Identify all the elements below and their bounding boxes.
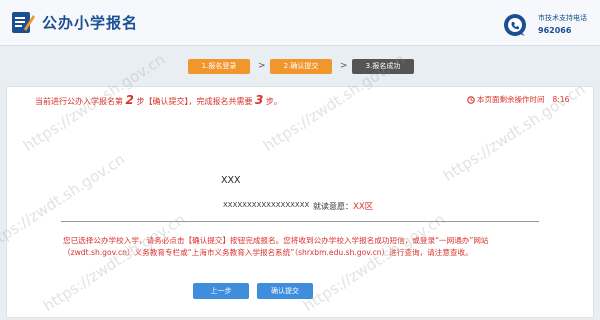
clock-icon xyxy=(467,95,475,104)
app-title: 公办小学报名 xyxy=(42,14,139,32)
step-arrow: > xyxy=(340,61,348,71)
total-steps-number: 3 xyxy=(255,93,264,107)
step-login: 1.报名登录 xyxy=(188,59,250,74)
page-header: 公办小学报名 市技术支持电话 962066 xyxy=(0,0,600,46)
step-success: 3.报名成功 xyxy=(352,59,414,74)
timer-label: 本页面剩余操作时间 xyxy=(477,95,545,104)
countdown-timer: 本页面剩余操作时间 8:16 xyxy=(467,94,569,105)
hotline-label: 市技术支持电话 xyxy=(538,14,587,22)
enrollment-intention: 就读意愿：XX区 xyxy=(313,200,373,212)
phone-chat-icon xyxy=(504,14,526,36)
progress-suffix: 步。 xyxy=(265,97,282,106)
progress-middle: 步【确认提交】，完成报名共需要 xyxy=(136,97,253,106)
current-step-number: 2 xyxy=(125,93,134,107)
main-panel: 当前进行公办入学报名第 2 步【确认提交】，完成报名共需要 3 步。 本页面剩余… xyxy=(6,86,594,318)
intention-district: XX区 xyxy=(353,202,374,212)
hotline-number: 962066 xyxy=(538,26,572,35)
child-name: XXX xyxy=(221,175,241,186)
previous-step-button[interactable]: 上一步 xyxy=(193,283,249,299)
timer-value: 8:16 xyxy=(552,95,570,104)
confirm-submit-button[interactable]: 确认提交 xyxy=(257,283,313,299)
child-id-number: XXXXXXXXXXXXXXXXXX xyxy=(223,201,310,209)
edit-form-icon xyxy=(12,12,35,33)
progress-prefix: 当前进行公办入学报名第 xyxy=(35,97,123,106)
divider xyxy=(61,221,539,222)
step-arrow: > xyxy=(258,61,266,71)
step-indicator: 1.报名登录 > 2.确认提交 > 3.报名成功 xyxy=(0,46,600,86)
submit-notice: 您已选择公办学校入学，请务必点击【确认提交】按钮完成报名。您将收到公办学校入学报… xyxy=(63,236,489,257)
progress-text: 当前进行公办入学报名第 2 步【确认提交】，完成报名共需要 3 步。 xyxy=(35,93,282,107)
step-confirm: 2.确认提交 xyxy=(270,59,332,74)
intention-label: 就读意愿： xyxy=(313,202,353,211)
